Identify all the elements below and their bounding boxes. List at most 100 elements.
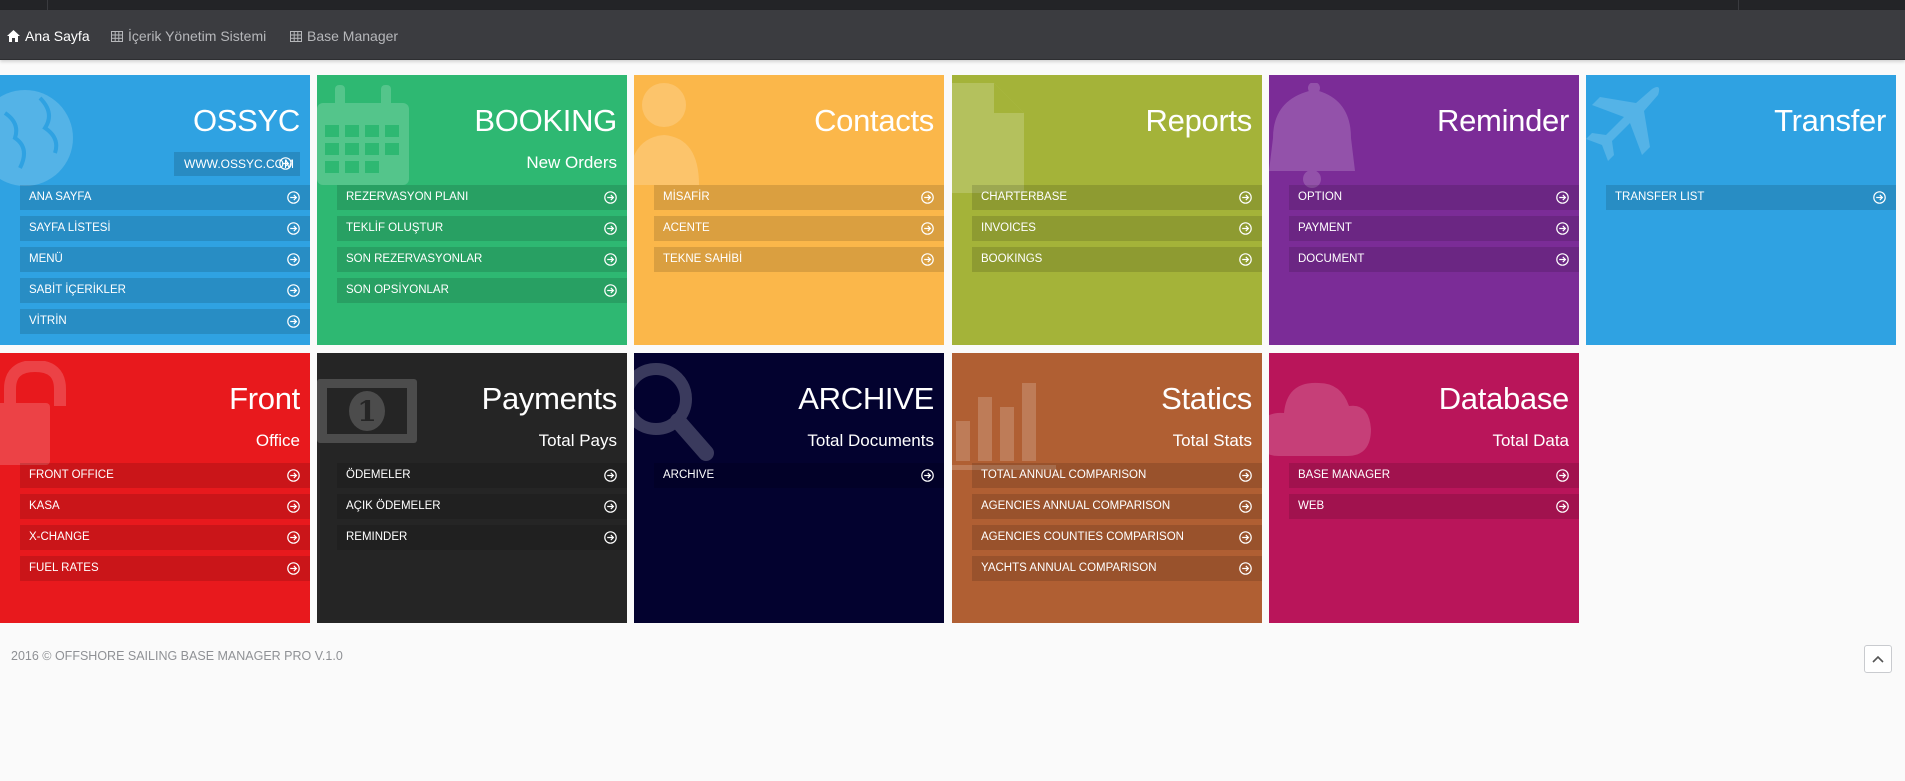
nav-item-icerik-yonetim-sistemi[interactable]: İçerik Yönetim Sistemi xyxy=(111,26,266,46)
tile-menu-item-label: FRONT OFFICE xyxy=(29,469,114,481)
tile-menu-item[interactable]: KASA xyxy=(20,494,310,519)
tile-menu-item-label: AGENCIES COUNTIES COMPARISON xyxy=(981,531,1184,543)
tile-menu: OPTION PAYMENT DOCUMENT xyxy=(1289,185,1579,278)
tile-title: Statics xyxy=(1161,381,1252,416)
arrow-circle-right-icon xyxy=(1239,253,1252,266)
tile-menu-item[interactable]: ACENTE xyxy=(654,216,944,241)
tile-menu-item[interactable]: MENÜ xyxy=(20,247,310,272)
tile-menu-item[interactable]: SON OPSİYONLAR xyxy=(337,278,627,303)
tile-menu-item-label: ACENTE xyxy=(663,222,710,234)
search-icon xyxy=(634,363,714,461)
tile-title: Payments xyxy=(481,381,618,416)
tile-menu: MİSAFİR ACENTE TEKNE SAHİBİ xyxy=(654,185,944,278)
website-link-label: WWW.OSSYC.COM xyxy=(184,157,294,171)
arrow-circle-right-icon xyxy=(921,253,934,266)
tile-menu: ANA SAYFA SAYFA LİSTESİ MENÜ SABİT İÇERİKLE… xyxy=(20,185,310,340)
money-icon: 1 xyxy=(317,379,417,443)
tile-menu-item-label: PAYMENT xyxy=(1298,222,1352,234)
tile-menu-item[interactable]: FRONT OFFICE xyxy=(20,463,310,488)
tile-menu-item[interactable]: AÇIK ÖDEMELER xyxy=(337,494,627,519)
cloud-icon xyxy=(1269,382,1371,456)
table-icon xyxy=(111,30,123,42)
tile-menu-item-label: SON OPSİYONLAR xyxy=(346,284,449,296)
tile-menu-item[interactable]: TEKLİF OLUŞTUR xyxy=(337,216,627,241)
tile-menu-item-label: TEKLİF OLUŞTUR xyxy=(346,222,444,234)
arrow-circle-right-icon xyxy=(604,531,617,544)
tile-menu-item-label: BASE MANAGER xyxy=(1298,469,1391,481)
tile-reports: Reports CHARTERBASE INVOICES BOOKINGS xyxy=(952,75,1262,345)
arrow-circle-right-icon xyxy=(279,157,292,170)
tile-menu-item[interactable]: TEKNE SAHİBİ xyxy=(654,247,944,272)
nav-item-base-manager[interactable]: Base Manager xyxy=(290,26,398,46)
tile-menu-item-label: X-CHANGE xyxy=(29,531,90,543)
tile-menu-item-label: MENÜ xyxy=(29,253,63,265)
arrow-circle-right-icon xyxy=(287,284,300,297)
tile-front: Front Office FRONT OFFICE KASA X-CHANGE FUEL … xyxy=(0,353,310,623)
tile-menu-item-label: WEB xyxy=(1298,500,1325,512)
tile-menu-item[interactable]: INVOICES xyxy=(972,216,1262,241)
tile-subtitle: Total Data xyxy=(1492,431,1569,450)
tile-menu-item-label: SON REZERVASYONLAR xyxy=(346,253,483,265)
arrow-circle-right-icon xyxy=(604,222,617,235)
tile-menu-item-label: AGENCIES ANNUAL COMPARISON xyxy=(981,500,1171,512)
tile-menu-item[interactable]: MİSAFİR xyxy=(654,185,944,210)
tile-menu-item[interactable]: TRANSFER LIST xyxy=(1606,185,1896,210)
tile-menu-item[interactable]: PAYMENT xyxy=(1289,216,1579,241)
tile-menu-item[interactable]: REMINDER xyxy=(337,525,627,550)
tile-menu: BASE MANAGER WEB xyxy=(1289,463,1579,525)
tile-menu-item[interactable]: SON REZERVASYONLAR xyxy=(337,247,627,272)
tile-menu-item-label: CHARTERBASE xyxy=(981,191,1068,203)
tile-menu-item[interactable]: DOCUMENT xyxy=(1289,247,1579,272)
tile-title: OSSYC xyxy=(192,103,300,138)
tile-menu-item[interactable]: FUEL RATES xyxy=(20,556,310,581)
tile-menu: ARCHIVE xyxy=(654,463,944,494)
tile-menu: ÖDEMELER AÇIK ÖDEMELER REMINDER xyxy=(337,463,627,556)
tile-menu-item[interactable]: ARCHIVE xyxy=(654,463,944,488)
plane-icon xyxy=(1586,87,1660,161)
arrow-circle-right-icon xyxy=(287,222,300,235)
tile-menu-item-label: MİSAFİR xyxy=(663,191,710,203)
tile-menu-item[interactable]: AGENCIES COUNTIES COMPARISON xyxy=(972,525,1262,550)
arrow-circle-right-icon xyxy=(287,500,300,513)
tile-menu-item[interactable]: BASE MANAGER xyxy=(1289,463,1579,488)
website-link-button[interactable]: WWW.OSSYC.COM xyxy=(174,152,300,176)
tile-payments: 1 Payments Total Pays ÖDEMELER AÇIK ÖDEMELER… xyxy=(317,353,627,623)
tile-menu: TRANSFER LIST xyxy=(1606,185,1896,216)
bell-icon xyxy=(1269,83,1355,188)
tile-menu-item-label: KASA xyxy=(29,500,60,512)
tile-booking: BOOKING New Orders REZERVASYON PLANI TEKLİF… xyxy=(317,75,627,345)
tile-menu-item[interactable]: TOTAL ANNUAL COMPARISON xyxy=(972,463,1262,488)
tile-menu-item[interactable]: BOOKINGS xyxy=(972,247,1262,272)
tile-menu-item-label: REZERVASYON PLANI xyxy=(346,191,469,203)
tile-database: Database Total Data BASE MANAGER WEB xyxy=(1269,353,1579,623)
arrow-circle-right-icon xyxy=(1556,222,1569,235)
tile-menu-item-label: FUEL RATES xyxy=(29,562,99,574)
tile-menu-item-label: INVOICES xyxy=(981,222,1036,234)
tile-reminder: Reminder OPTION PAYMENT DOCUMENT xyxy=(1269,75,1579,345)
tile-menu-item[interactable]: SABİT İÇERİKLER xyxy=(20,278,310,303)
tile-menu-item[interactable]: VİTRİN xyxy=(20,309,310,334)
tile-menu-item[interactable]: OPTION xyxy=(1289,185,1579,210)
tile-menu: REZERVASYON PLANI TEKLİF OLUŞTUR SON REZER… xyxy=(337,185,627,309)
tile-menu-item-label: REMINDER xyxy=(346,531,408,543)
file-icon xyxy=(952,83,1024,193)
tile-menu-item[interactable]: CHARTERBASE xyxy=(972,185,1262,210)
tile-menu-item[interactable]: ANA SAYFA xyxy=(20,185,310,210)
tile-archive: ARCHIVE Total Documents ARCHIVE xyxy=(634,353,944,623)
tile-menu-item[interactable]: ÖDEMELER xyxy=(337,463,627,488)
tile-menu-item[interactable]: X-CHANGE xyxy=(20,525,310,550)
tile-menu: FRONT OFFICE KASA X-CHANGE FUEL RATES xyxy=(20,463,310,587)
nav-item-label: Base Manager xyxy=(307,28,399,44)
tile-contacts: Contacts MİSAFİR ACENTE TEKNE SAHİBİ xyxy=(634,75,944,345)
scroll-to-top-button[interactable] xyxy=(1864,645,1892,673)
tile-menu-item[interactable]: YACHTS ANNUAL COMPARISON xyxy=(972,556,1262,581)
footer-copyright: 2016 © OFFSHORE SAILING BASE MANAGER PRO… xyxy=(11,649,343,663)
user-icon xyxy=(634,83,699,185)
tile-menu-item[interactable]: AGENCIES ANNUAL COMPARISON xyxy=(972,494,1262,519)
tile-menu-item[interactable]: WEB xyxy=(1289,494,1579,519)
nav-item-ana-sayfa[interactable]: Ana Sayfa xyxy=(7,26,90,46)
arrow-circle-right-icon xyxy=(1556,191,1569,204)
tile-menu-item[interactable]: REZERVASYON PLANI xyxy=(337,185,627,210)
tile-subtitle: Total Pays xyxy=(538,431,617,450)
tile-menu-item[interactable]: SAYFA LİSTESİ xyxy=(20,216,310,241)
